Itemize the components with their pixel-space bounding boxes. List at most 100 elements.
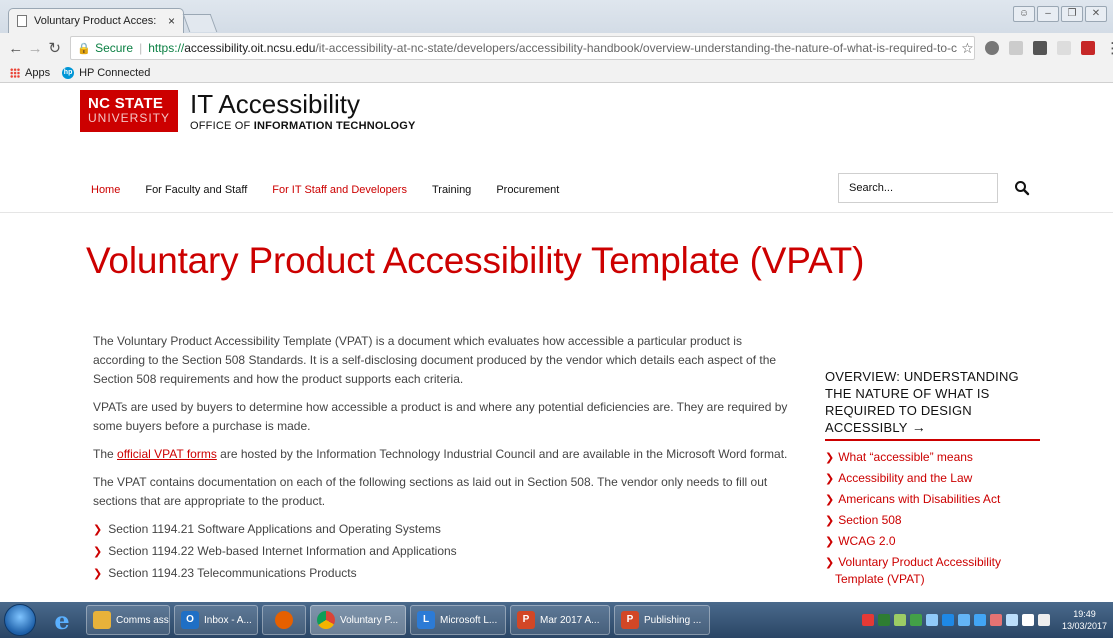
paragraph: The Voluntary Product Accessibility Temp… xyxy=(93,334,777,386)
taskbar-item[interactable]: P Mar 2017 A... xyxy=(510,605,610,635)
extension-icon[interactable] xyxy=(1009,41,1024,55)
search-icon[interactable] xyxy=(1014,180,1030,196)
extensions: ⋮ xyxy=(985,39,1113,57)
nav-procurement[interactable]: Procurement xyxy=(496,184,559,196)
page-icon xyxy=(17,15,27,27)
extension-icon[interactable] xyxy=(985,41,1000,55)
sidebar-item-section-508[interactable]: ❯ Section 508 xyxy=(825,512,1040,529)
chevron-right-icon: ❯ xyxy=(825,473,835,485)
nav-it-staff-developers[interactable]: For IT Staff and Developers xyxy=(272,184,407,196)
paragraph: VPATs are used by buyers to determine ho… xyxy=(93,400,788,433)
bookmark-hp-connected[interactable]: hp HP Connected xyxy=(62,66,150,79)
chevron-right-icon: ❯ xyxy=(825,557,835,569)
taskbar-item[interactable]: L Microsoft L... xyxy=(410,605,506,635)
list-item: ❯ Section 1194.22 Web-based Internet Info… xyxy=(93,542,793,562)
taskbar-item[interactable]: Comms ass... xyxy=(86,605,170,635)
page-title: Voluntary Product Accessibility Template… xyxy=(86,240,865,281)
forward-icon[interactable]: → xyxy=(25,40,44,57)
tray-icon[interactable] xyxy=(941,614,954,626)
bookmark-label: Apps xyxy=(25,66,51,79)
lync-icon: L xyxy=(417,611,435,629)
site-subtitle-prefix: OFFICE OF xyxy=(190,120,254,132)
start-button[interactable] xyxy=(4,604,36,636)
menu-icon[interactable]: ⋮ xyxy=(1105,39,1113,57)
sidebar-heading[interactable]: OVERVIEW: UNDERSTANDING THE NATURE OF WH… xyxy=(825,368,1040,436)
powerpoint-icon: P xyxy=(621,611,639,629)
nav-divider xyxy=(0,212,1113,213)
bookmark-star-icon[interactable]: ☆ xyxy=(957,40,974,57)
paragraph-text: are hosted by the Information Technology… xyxy=(216,447,788,461)
logo-line2: UNIVERSITY xyxy=(88,111,171,125)
nav-faculty-staff[interactable]: For Faculty and Staff xyxy=(145,184,247,196)
network-icon[interactable] xyxy=(1021,614,1034,626)
tray-icon[interactable] xyxy=(925,614,938,626)
url-path: /it-accessibility-at-nc-state/developers… xyxy=(315,41,958,55)
paragraph-text: The xyxy=(93,447,118,461)
site-subtitle-bold: INFORMATION TECHNOLOGY xyxy=(253,120,416,132)
reload-icon[interactable]: ↻ xyxy=(45,39,64,57)
tray-icon[interactable] xyxy=(861,614,874,626)
sidebar-item-what-accessible-means[interactable]: ❯ What “accessible” means xyxy=(825,449,1040,466)
address-bar[interactable]: 🔒 Secure | https://accessibility.oit.ncs… xyxy=(70,36,976,60)
chrome-icon xyxy=(317,611,335,629)
taskbar-item[interactable]: Voluntary P... xyxy=(310,605,406,635)
nav-training[interactable]: Training xyxy=(432,184,471,196)
internet-explorer-icon[interactable]: e xyxy=(42,605,82,635)
close-tab-icon[interactable]: × xyxy=(168,14,175,28)
site-subtitle: OFFICE OF INFORMATION TECHNOLOGY xyxy=(190,120,416,132)
url-host: accessibility.oit.ncsu.edu xyxy=(184,41,316,55)
tray-icon[interactable] xyxy=(989,614,1002,626)
volume-icon[interactable] xyxy=(1037,614,1050,626)
sidebar-item-ada[interactable]: ❯ Americans with Disabilities Act xyxy=(825,491,1040,508)
main-nav: Home For Faculty and Staff For IT Staff … xyxy=(91,184,559,196)
sidebar-item-label: Voluntary Product Accessibility Template… xyxy=(835,555,1001,586)
search-input[interactable] xyxy=(838,173,998,203)
tray-icon[interactable] xyxy=(957,614,970,626)
arrow-right-icon: → xyxy=(911,419,926,435)
clock[interactable]: 19:49 13/03/2017 xyxy=(1062,608,1107,632)
bookmark-apps[interactable]: Apps xyxy=(10,67,50,79)
sidebar-item-wcag[interactable]: ❯ WCAG 2.0 xyxy=(825,533,1040,550)
back-icon[interactable]: ← xyxy=(6,40,25,57)
tray-icon[interactable] xyxy=(893,614,906,626)
minimize-icon[interactable]: – xyxy=(1037,6,1059,22)
extension-icon[interactable] xyxy=(1057,41,1072,55)
chevron-right-icon: ❯ xyxy=(93,524,103,536)
outlook-icon: O xyxy=(181,611,199,629)
tray-icon[interactable] xyxy=(973,614,986,626)
section-list: ❯ Section 1194.21 Software Applications a… xyxy=(93,520,793,584)
close-window-icon[interactable]: ✕ xyxy=(1085,6,1107,22)
taskbar-item[interactable]: P Publishing ... xyxy=(614,605,710,635)
paragraph: The official VPAT forms are hosted by th… xyxy=(93,445,793,464)
user-icon[interactable]: ☺ xyxy=(1013,6,1035,22)
tray-icon[interactable] xyxy=(877,614,890,626)
extension-icon[interactable] xyxy=(1033,41,1048,55)
tray-icon[interactable] xyxy=(1005,614,1018,626)
sidebar-item-accessibility-law[interactable]: ❯ Accessibility and the Law xyxy=(825,470,1040,487)
apps-grid-icon xyxy=(10,67,20,78)
hp-icon: hp xyxy=(62,66,75,79)
chevron-right-icon: ❯ xyxy=(93,546,103,558)
taskbar-item[interactable]: O Inbox - A... xyxy=(174,605,258,635)
chevron-right-icon: ❯ xyxy=(825,515,835,527)
sidebar-item-vpat[interactable]: ❯ Voluntary Product Accessibility Templat… xyxy=(825,554,1040,587)
firefox-icon xyxy=(275,611,293,629)
web-page: NC STATE UNIVERSITY IT Accessibility OFF… xyxy=(0,84,1113,602)
extension-icon[interactable] xyxy=(1081,41,1096,55)
tab-title: Voluntary Product Acces: xyxy=(34,15,157,27)
site-brand[interactable]: NC STATE UNIVERSITY IT Accessibility OFF… xyxy=(80,90,416,132)
new-tab-button[interactable] xyxy=(182,14,218,32)
tray-icon[interactable] xyxy=(909,614,922,626)
task-label: Inbox - A... xyxy=(204,614,252,626)
official-vpat-forms-link[interactable]: official VPAT forms xyxy=(117,447,217,461)
nav-home[interactable]: Home xyxy=(91,184,120,196)
ncsu-logo: NC STATE UNIVERSITY xyxy=(80,90,178,132)
browser-tab-bar: Voluntary Product Acces: × ☺ – ❐ ✕ xyxy=(0,0,1113,33)
logo-line1: NC STATE xyxy=(88,95,164,112)
taskbar-item[interactable] xyxy=(262,605,306,635)
sidebar-item-label: Section 508 xyxy=(838,513,902,527)
bookmarks-bar: Apps hp HP Connected xyxy=(0,63,1113,83)
browser-tab[interactable]: Voluntary Product Acces: × xyxy=(8,8,184,33)
restore-icon[interactable]: ❐ xyxy=(1061,6,1083,22)
task-label: Publishing ... xyxy=(644,614,702,626)
